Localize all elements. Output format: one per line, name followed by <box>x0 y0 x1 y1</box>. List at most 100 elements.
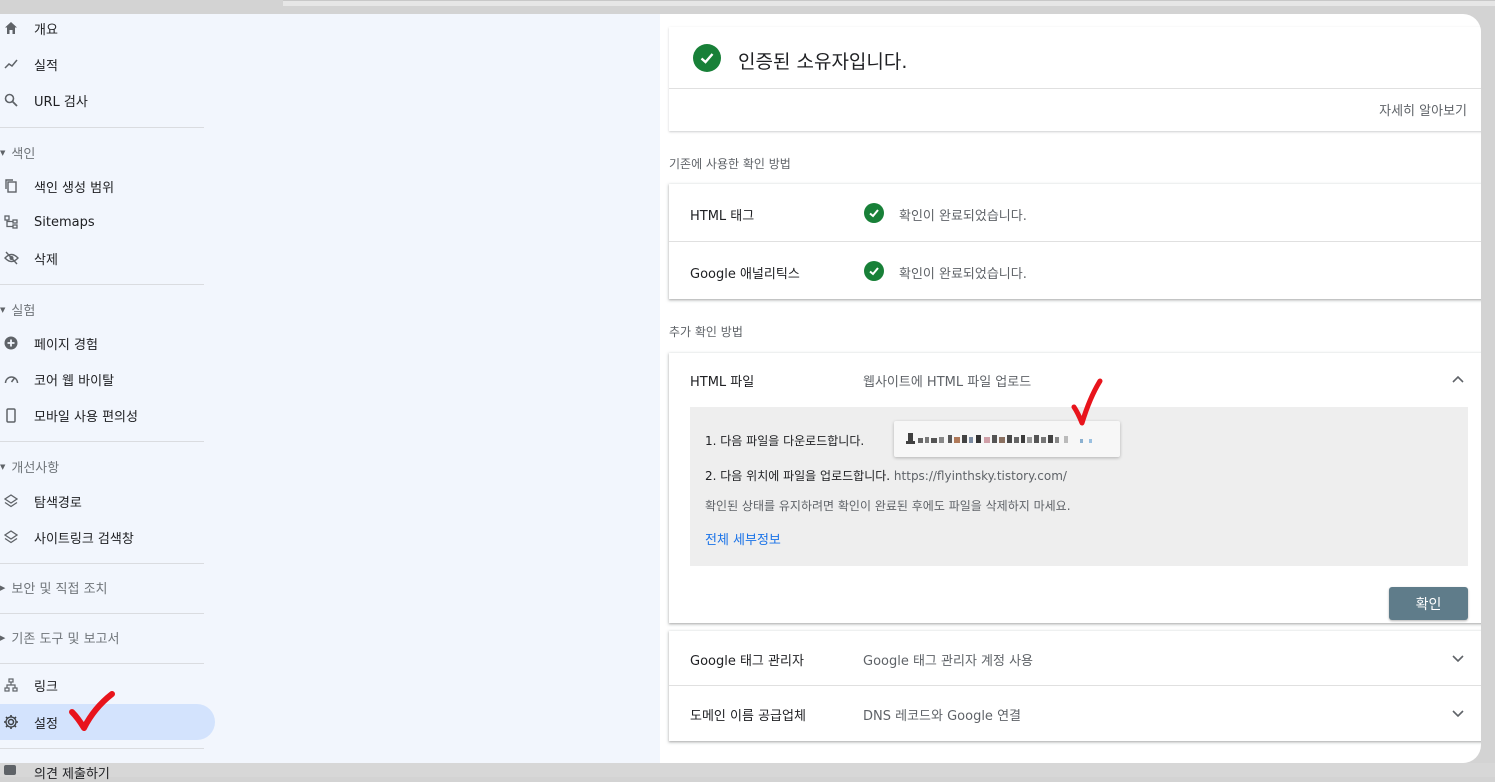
sidebar-item-label: 페이지 경험 <box>34 337 98 353</box>
keep-file-note: 확인된 상태를 유지하려면 확인이 완료된 후에도 파일을 삭제하지 마세요. <box>705 499 1071 513</box>
sidebar-divider <box>0 284 204 285</box>
chevron-down-icon[interactable] <box>1451 706 1465 720</box>
step2-text: 2. 다음 위치에 파일을 업로드합니다. <box>705 469 891 483</box>
layers-icon <box>2 528 20 546</box>
section-enhancements-label: 개선사항 <box>11 461 60 476</box>
home-icon <box>2 19 20 37</box>
html-file-label: HTML 파일 <box>690 375 755 390</box>
speed-gauge-icon <box>2 370 20 388</box>
caret-right-icon: ▶ <box>0 583 6 592</box>
html-file-details: 1. 다음 파일을 다운로드합니다. 2. 다음 위치에 파일을 업로드합니다.… <box>690 378 1468 566</box>
verified-owner-card: 인증된 소유자입니다. 자세히 알아보기 <box>669 27 1481 131</box>
sidebar-divider <box>0 748 204 749</box>
window-top-strip <box>283 0 1495 6</box>
section-index-toggle[interactable]: ▼ 색인 <box>0 143 35 162</box>
trending-up-icon <box>2 55 20 73</box>
visibility-off-icon <box>2 249 20 267</box>
sidebar-item-label: 설정 <box>34 716 58 732</box>
html-file-desc: 웹사이트에 HTML 파일 업로드 <box>863 375 1032 390</box>
section-index-label: 색인 <box>11 147 36 162</box>
sidebar-item-overview[interactable]: 개요 <box>0 14 215 46</box>
card-divider <box>669 88 1481 89</box>
chevron-down-icon[interactable] <box>1451 651 1465 665</box>
sidebar-item-label: 색인 생성 범위 <box>34 180 115 196</box>
sidebar-item-mobile-usability[interactable]: 모바일 사용 편의성 <box>0 397 215 433</box>
google-analytics-status: 확인이 완료되었습니다. <box>899 267 1027 282</box>
previous-methods-title: 기존에 사용한 확인 방법 <box>669 157 791 171</box>
success-check-icon <box>864 203 884 223</box>
html-file-panel: HTML 파일 웹사이트에 HTML 파일 업로드 1. 다음 파일을 다운로드… <box>669 353 1481 623</box>
sidebar-item-url-inspection[interactable]: URL 검사 <box>0 82 215 118</box>
section-experience-label: 실험 <box>11 304 36 319</box>
learn-more-link[interactable]: 자세히 알아보기 <box>1379 100 1467 119</box>
sidebar-item-label: 삭제 <box>34 252 58 268</box>
red-checkmark-annotation <box>69 691 115 731</box>
step1-text: 1. 다음 파일을 다운로드합니다. <box>705 434 865 448</box>
other-methods-card: Google 태그 관리자 Google 태그 관리자 계정 사용 도메인 이름… <box>669 631 1481 741</box>
previous-methods-card: HTML 태그 확인이 완료되었습니다. Google 애널리틱스 확인이 완료… <box>669 184 1481 299</box>
sidebar-divider <box>0 127 204 128</box>
sidebar-item-sitemaps[interactable]: Sitemaps <box>0 204 215 240</box>
sidebar-item-coverage[interactable]: 색인 생성 범위 <box>0 168 215 204</box>
copy-pages-icon <box>2 177 20 195</box>
section-experience-toggle[interactable]: ▼ 실험 <box>0 300 35 319</box>
tag-manager-label: Google 태그 관리자 <box>690 654 804 669</box>
layers-icon <box>2 492 20 510</box>
row-divider <box>669 241 1481 242</box>
sidebar-item-label: 실적 <box>34 58 58 74</box>
sidebar-item-breadcrumbs[interactable]: 탐색경로 <box>0 483 215 519</box>
app-frame: 개요 실적 URL 검사 ▼ 색인 색인 생성 범위 Sitemaps 삭제 ▼… <box>0 14 1481 763</box>
gear-icon <box>2 713 20 731</box>
caret-down-icon: ▼ <box>0 462 6 471</box>
smartphone-icon <box>2 406 20 424</box>
sidebar-item-settings[interactable]: 설정 <box>0 691 215 740</box>
sidebar-item-sitelinks-searchbox[interactable]: 사이트링크 검색창 <box>0 519 215 555</box>
sidebar-item-performance[interactable]: 실적 <box>0 46 215 82</box>
sidebar-item-label: 링크 <box>34 679 58 695</box>
sidebar-item-label: 개요 <box>34 22 58 38</box>
section-security-toggle[interactable]: ▶ 보안 및 직접 조치 <box>0 578 108 597</box>
sidebar-divider <box>0 613 204 614</box>
sidebar-item-label: 모바일 사용 편의성 <box>34 409 138 425</box>
section-enhancements-toggle[interactable]: ▼ 개선사항 <box>0 457 59 476</box>
tag-manager-row[interactable]: Google 태그 관리자 Google 태그 관리자 계정 사용 <box>669 631 1481 685</box>
verified-owner-title: 인증된 소유자입니다. <box>738 51 908 73</box>
html-tag-label: HTML 태그 <box>690 209 755 224</box>
caret-right-icon: ▶ <box>0 633 6 642</box>
domain-provider-label: 도메인 이름 공급업체 <box>690 709 806 724</box>
sidebar-item-core-web-vitals[interactable]: 코어 웹 바이탈 <box>0 361 215 397</box>
sidebar-item-label: 탐색경로 <box>34 495 82 511</box>
feedback-icon <box>4 765 16 775</box>
sidebar: 개요 실적 URL 검사 ▼ 색인 색인 생성 범위 Sitemaps 삭제 ▼… <box>0 14 660 763</box>
sidebar-item-removals[interactable]: 삭제 <box>0 240 215 276</box>
domain-provider-row[interactable]: 도메인 이름 공급업체 DNS 레코드와 Google 연결 <box>669 686 1481 741</box>
sidebar-divider <box>0 563 204 564</box>
verified-check-icon <box>693 44 721 72</box>
section-legacy-toggle[interactable]: ▶ 기존 도구 및 보고서 <box>0 628 119 647</box>
section-security-label: 보안 및 직접 조치 <box>11 582 108 597</box>
step2-url: https://flyinthsky.tistory.com/ <box>893 469 1067 483</box>
feedback-label: 의견 제출하기 <box>34 767 110 782</box>
sidebar-item-page-experience[interactable]: 페이지 경험 <box>0 325 215 361</box>
full-details-link[interactable]: 전체 세부정보 <box>705 529 781 548</box>
sidebar-item-label: 코어 웹 바이탈 <box>34 373 115 389</box>
html-tag-status: 확인이 완료되었습니다. <box>899 209 1027 224</box>
tag-manager-desc: Google 태그 관리자 계정 사용 <box>863 654 1034 669</box>
red-checkmark-annotation <box>1071 378 1103 426</box>
verify-button[interactable]: 확인 <box>1389 587 1468 620</box>
blurred-filename <box>906 433 1092 444</box>
chevron-up-icon[interactable] <box>1451 372 1465 386</box>
add-circle-icon <box>2 334 20 352</box>
additional-methods-title: 추가 확인 방법 <box>669 325 743 339</box>
search-icon <box>2 91 20 109</box>
success-check-icon <box>864 261 884 281</box>
sidebar-item-label: URL 검사 <box>34 94 88 110</box>
sidebar-item-label: 사이트링크 검색창 <box>34 531 134 547</box>
sidebar-divider <box>0 663 204 664</box>
caret-down-icon: ▼ <box>0 305 6 314</box>
sidebar-feedback-item[interactable]: 의견 제출하기 <box>0 763 1495 782</box>
sitemap-icon <box>2 213 20 231</box>
links-tree-icon <box>2 676 20 694</box>
caret-down-icon: ▼ <box>0 148 6 157</box>
sidebar-divider <box>0 441 204 442</box>
